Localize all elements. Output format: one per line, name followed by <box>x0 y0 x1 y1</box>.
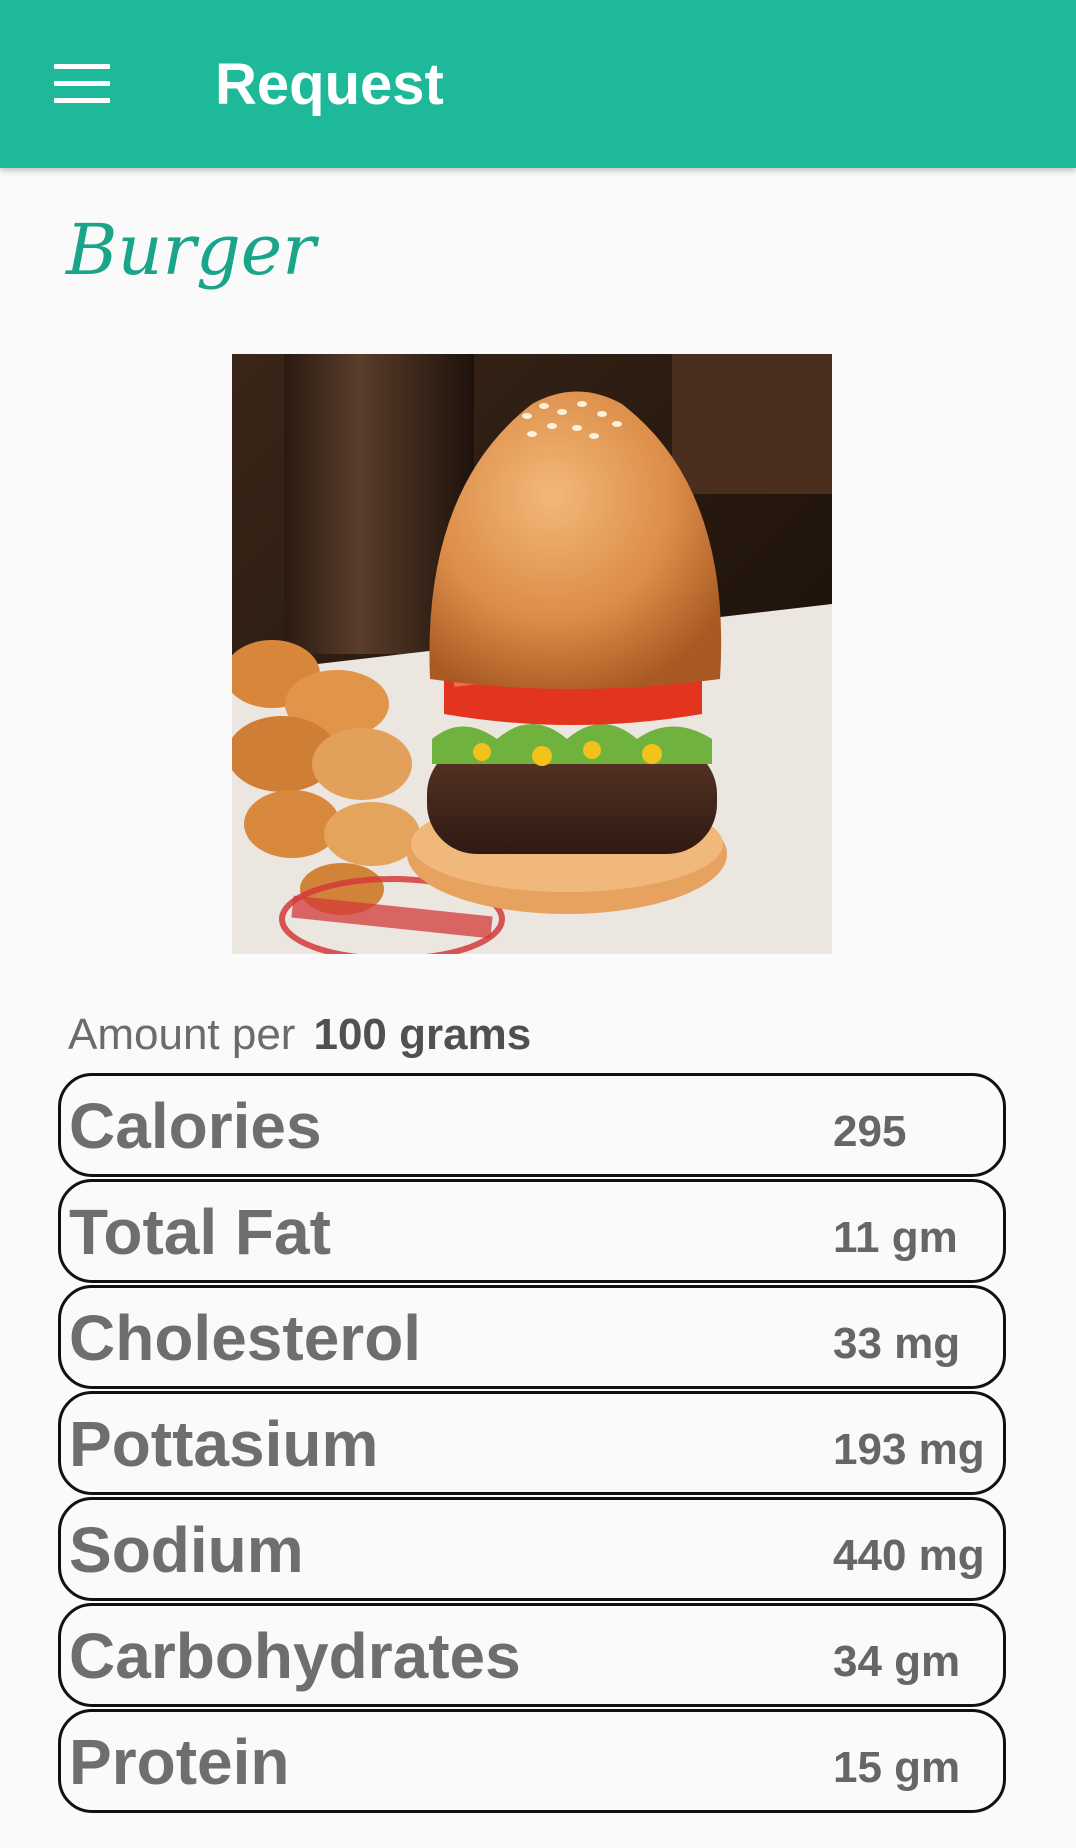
nutrient-label: Carbohydrates <box>69 1620 521 1692</box>
app-bar: Request <box>0 0 1076 168</box>
hamburger-menu-icon-line-3 <box>54 98 110 103</box>
nutrient-value: 440 mg <box>833 1531 985 1580</box>
nutrient-row-cholesterol: Cholesterol 33 mg <box>58 1285 1006 1389</box>
nutrient-list: Calories 295 Total Fat 11 gm Cholesterol… <box>58 1073 1006 1815</box>
nutrient-label: Cholesterol <box>69 1302 422 1374</box>
nutrient-value: 193 mg <box>833 1425 985 1474</box>
nutrient-row-protein: Protein 15 gm <box>58 1709 1006 1813</box>
hamburger-menu-icon-line-1 <box>54 64 110 69</box>
menu-button[interactable] <box>42 52 122 116</box>
burger-photo <box>232 354 832 954</box>
hamburger-menu-icon-line-2 <box>54 81 110 86</box>
serving-label: Amount per <box>68 1010 296 1059</box>
nutrient-row-sodium: Sodium 440 mg <box>58 1497 1006 1601</box>
serving-quantity: 100 grams <box>313 1010 532 1059</box>
nutrient-value: 11 gm <box>833 1213 958 1262</box>
food-name: Burger <box>66 209 316 291</box>
nutrient-value: 15 gm <box>833 1743 961 1792</box>
nutrient-label: Protein <box>69 1726 290 1798</box>
nutrient-label: Pottasium <box>69 1408 379 1480</box>
nutrient-row-calories: Calories 295 <box>58 1073 1006 1177</box>
nutrient-label: Sodium <box>69 1514 304 1586</box>
nutrient-value: 295 <box>833 1107 907 1156</box>
page-title: Request <box>215 52 444 117</box>
nutrient-row-total-fat: Total Fat 11 gm <box>58 1179 1006 1283</box>
nutrient-value: 34 gm <box>833 1637 961 1686</box>
nutrient-row-potassium: Pottasium 193 mg <box>58 1391 1006 1495</box>
nutrient-value: 33 mg <box>833 1319 961 1368</box>
nutrient-row-carbohydrates: Carbohydrates 34 gm <box>58 1603 1006 1707</box>
serving-size: Amount per 100 grams <box>68 1005 531 1065</box>
nutrient-label: Total Fat <box>69 1196 331 1268</box>
nutrient-label: Calories <box>69 1090 322 1162</box>
